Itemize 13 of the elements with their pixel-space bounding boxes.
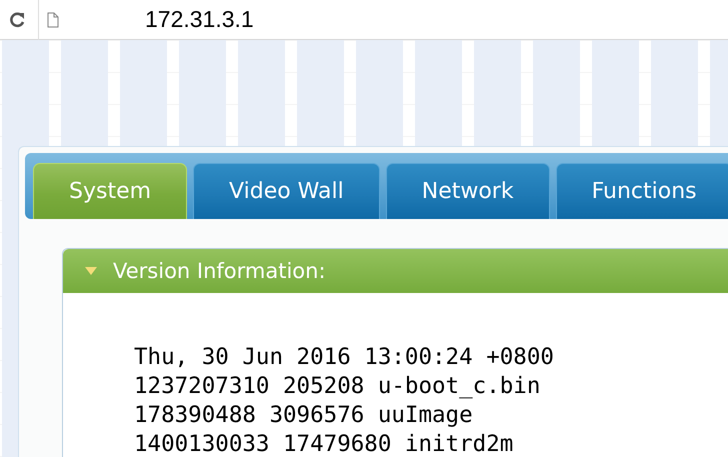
version-line: 1237207310 205208 u-boot_c.bin [134,375,540,397]
version-line: 1400130033 17479680 initrd2m [134,433,514,455]
page-icon [47,12,59,28]
section-title: Version Information: [113,259,326,283]
tab[interactable]: Video Wall [193,163,380,219]
section-header[interactable]: Version Information: [63,249,728,293]
reload-icon[interactable] [8,10,26,28]
version-line: 178390488 3096576 uuImage [134,404,473,426]
address-bar-url[interactable]: 172.31.3.1 [145,6,254,33]
tab[interactable]: System [33,163,188,219]
tab[interactable]: Network [386,163,550,219]
tab[interactable]: Functions [556,163,728,219]
version-line: Thu, 30 Jun 2016 13:00:24 +0800 [134,346,554,368]
